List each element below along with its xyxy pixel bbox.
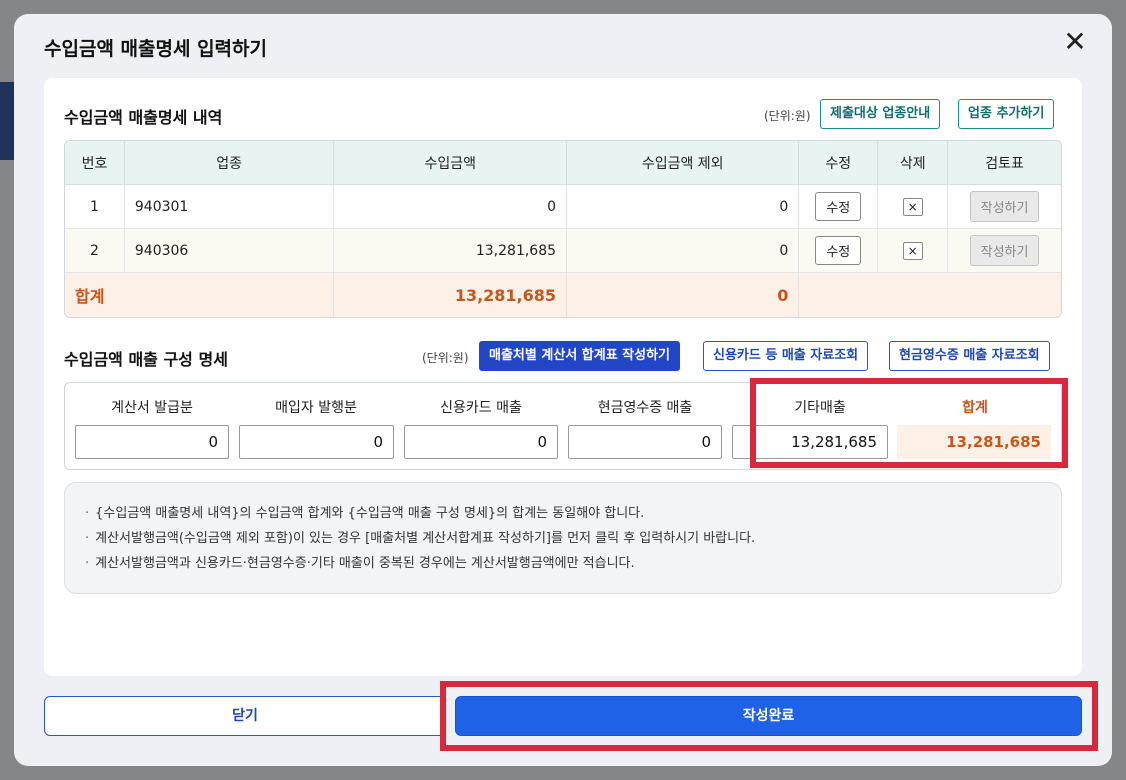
credit-card-field[interactable]: 0 [404,425,558,459]
add-industry-button[interactable]: 업종 추가하기 [958,99,1055,129]
table-header-row: 번호 업종 수입금액 수입금액 제외 수정 삭제 검토표 [65,141,1061,185]
edit-cell: 수정 [799,185,879,229]
delete-cell: × [878,229,949,273]
buyer-issued-label: 매입자 발행분 [275,400,357,416]
notice-item: 계산서발행금액과 신용카드·현금영수증·기타 매출이 중복된 경우에는 계산서발… [85,551,1041,576]
col-header-excluded: 수입금액 제외 [567,141,800,185]
revenue-detail-table: 번호 업종 수입금액 수입금액 제외 수정 삭제 검토표 1 940301 0 … [64,140,1062,318]
total-excluded: 0 [567,273,800,317]
edit-button[interactable]: 수정 [815,236,862,265]
detail-section-title: 수입금액 매출명세 내역 [64,108,223,127]
edit-cell: 수정 [799,229,879,273]
notice-item: 계산서발행금액(수입금액 제외 포함)이 있는 경우 [매출처별 계산서합계표 … [85,526,1041,551]
row-amount: 13,281,685 [334,229,568,273]
col-header-no: 번호 [65,141,125,185]
composition-section-title: 수입금액 매출 구성 명세 [64,350,228,369]
row-no: 2 [65,229,125,273]
delete-cell: × [878,185,949,229]
total-amount: 13,281,685 [334,273,568,317]
table-total-row: 합계 13,281,685 0 [65,273,1061,317]
row-industry: 940306 [124,229,335,273]
highlight-box [750,378,1068,468]
credit-card-label: 신용카드 매출 [440,400,522,416]
review-cell: 작성하기 [948,185,1061,229]
delete-icon[interactable]: × [902,241,923,260]
cash-receipt-label: 현금영수증 매출 [597,400,693,416]
col-header-review: 검토표 [948,141,1061,185]
row-industry: 940301 [124,185,335,229]
delete-icon[interactable]: × [902,197,923,216]
industry-guide-button[interactable]: 제출대상 업종안내 [820,99,941,129]
composition-unit-label: (단위:원) [422,351,469,365]
detail-unit-label: (단위:원) [764,109,811,123]
row-no: 1 [65,185,125,229]
invoice-issued-label: 계산서 발급분 [111,400,193,416]
table-row: 1 940301 0 0 수정 × 작성하기 [65,185,1061,229]
cash-receipt-lookup-button[interactable]: 현금영수증 매출 자료조회 [889,341,1050,371]
row-excluded: 0 [567,185,800,229]
modal-content-panel: 수입금액 매출명세 내역 (단위:원) 제출대상 업종안내 업종 추가하기 번호… [44,78,1082,676]
revenue-sales-modal: 수입금액 매출명세 입력하기 ✕ 수입금액 매출명세 내역 (단위:원) 제출대… [14,14,1112,766]
total-empty [799,273,1061,317]
total-label: 합계 [65,273,335,317]
close-button[interactable]: 닫기 [44,696,446,736]
row-excluded: 0 [567,229,800,273]
row-amount: 0 [334,185,568,229]
cash-receipt-field[interactable]: 0 [568,425,722,459]
buyer-issued-field[interactable]: 0 [239,425,394,459]
invoice-total-button[interactable]: 매출처별 계산서 합계표 작성하기 [479,341,681,371]
col-header-edit: 수정 [799,141,879,185]
highlight-box [440,681,1098,751]
notice-item: {수입금액 매출명세 내역}의 수입금액 합계와 {수입금액 매출 구성 명세}… [85,501,1041,526]
edit-button[interactable]: 수정 [815,192,862,221]
card-sales-lookup-button[interactable]: 신용카드 등 매출 자료조회 [703,341,869,371]
close-icon[interactable]: ✕ [1062,28,1088,56]
review-cell: 작성하기 [948,229,1061,273]
col-header-industry: 업종 [124,141,335,185]
review-write-button[interactable]: 작성하기 [969,235,1040,266]
invoice-issued-field[interactable]: 0 [75,425,229,459]
notice-box: {수입금액 매출명세 내역}의 수입금액 합계와 {수입금액 매출 구성 명세}… [64,482,1062,594]
col-header-delete: 삭제 [878,141,949,185]
table-row: 2 940306 13,281,685 0 수정 × 작성하기 [65,229,1061,273]
review-write-button[interactable]: 작성하기 [969,191,1040,222]
modal-title: 수입금액 매출명세 입력하기 [44,38,267,60]
col-header-amount: 수입금액 [334,141,568,185]
